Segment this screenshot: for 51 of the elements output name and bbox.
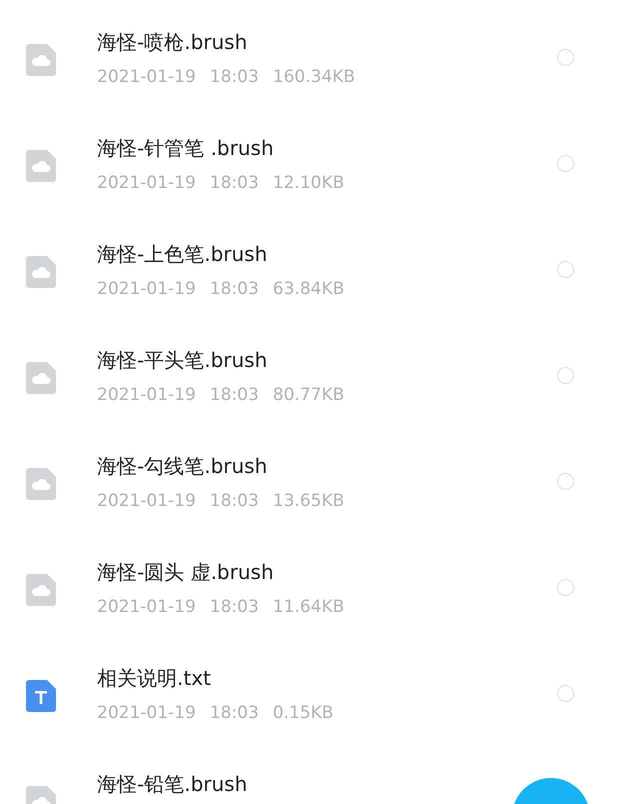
file-row[interactable]: 海怪-喷枪.brush 2021-01-19 18:03 160.34KB [0, 3, 632, 109]
file-name: 海怪-铅笔.brush [97, 772, 248, 796]
file-name: 海怪-喷枪.brush [97, 30, 248, 54]
file-date: 2021-01-19 [97, 384, 196, 406]
file-row[interactable]: 海怪-勾线笔.brush 2021-01-19 18:03 13.65KB [0, 427, 632, 533]
file-row[interactable]: 海怪-平头笔.brush 2021-01-19 18:03 80.77KB [0, 321, 632, 427]
file-time: 18:03 [210, 702, 259, 724]
cloud-file-icon [26, 362, 56, 394]
select-radio[interactable] [557, 579, 574, 596]
file-size: 80.77KB [272, 384, 344, 406]
file-size: 0.15KB [272, 702, 334, 724]
file-name: 海怪-勾线笔.brush [97, 454, 268, 478]
text-file-icon [26, 680, 56, 712]
file-row[interactable]: 海怪-铅笔.brush [0, 745, 632, 804]
file-date: 2021-01-19 [97, 596, 196, 618]
file-time: 18:03 [210, 278, 259, 300]
file-time: 18:03 [210, 172, 259, 194]
file-size: 11.64KB [272, 596, 344, 618]
file-time: 18:03 [210, 384, 259, 406]
file-time: 18:03 [210, 490, 259, 512]
file-name: 海怪-平头笔.brush [97, 348, 268, 372]
file-date: 2021-01-19 [97, 278, 196, 300]
cloud-file-icon [26, 44, 56, 76]
file-size: 160.34KB [272, 66, 356, 88]
file-size: 12.10KB [272, 172, 344, 194]
select-radio[interactable] [557, 685, 574, 702]
cloud-file-icon [26, 256, 56, 288]
file-date: 2021-01-19 [97, 172, 196, 194]
select-radio[interactable] [557, 261, 574, 278]
cloud-file-icon [26, 574, 56, 606]
file-name: 相关说明.txt [97, 666, 211, 690]
file-size: 63.84KB [272, 278, 344, 300]
file-name: 海怪-圆头 虚.brush [97, 560, 274, 584]
file-date: 2021-01-19 [97, 490, 196, 512]
file-date: 2021-01-19 [97, 702, 196, 724]
file-row[interactable]: 海怪-圆头 虚.brush 2021-01-19 18:03 11.64KB [0, 533, 632, 639]
file-time: 18:03 [210, 66, 259, 88]
select-radio[interactable] [557, 155, 574, 172]
file-row[interactable]: 海怪-上色笔.brush 2021-01-19 18:03 63.84KB [0, 215, 632, 321]
select-radio[interactable] [557, 49, 574, 66]
cloud-file-icon [26, 150, 56, 182]
select-radio[interactable] [557, 367, 574, 384]
file-time: 18:03 [210, 596, 259, 618]
file-size: 13.65KB [272, 490, 344, 512]
file-date: 2021-01-19 [97, 66, 196, 88]
file-row[interactable]: 海怪-针管笔 .brush 2021-01-19 18:03 12.10KB [0, 109, 632, 215]
file-name: 海怪-针管笔 .brush [97, 136, 274, 160]
file-row[interactable]: 相关说明.txt 2021-01-19 18:03 0.15KB [0, 639, 632, 745]
file-name: 海怪-上色笔.brush [97, 242, 268, 266]
select-radio[interactable] [557, 473, 574, 490]
cloud-file-icon [26, 468, 56, 500]
